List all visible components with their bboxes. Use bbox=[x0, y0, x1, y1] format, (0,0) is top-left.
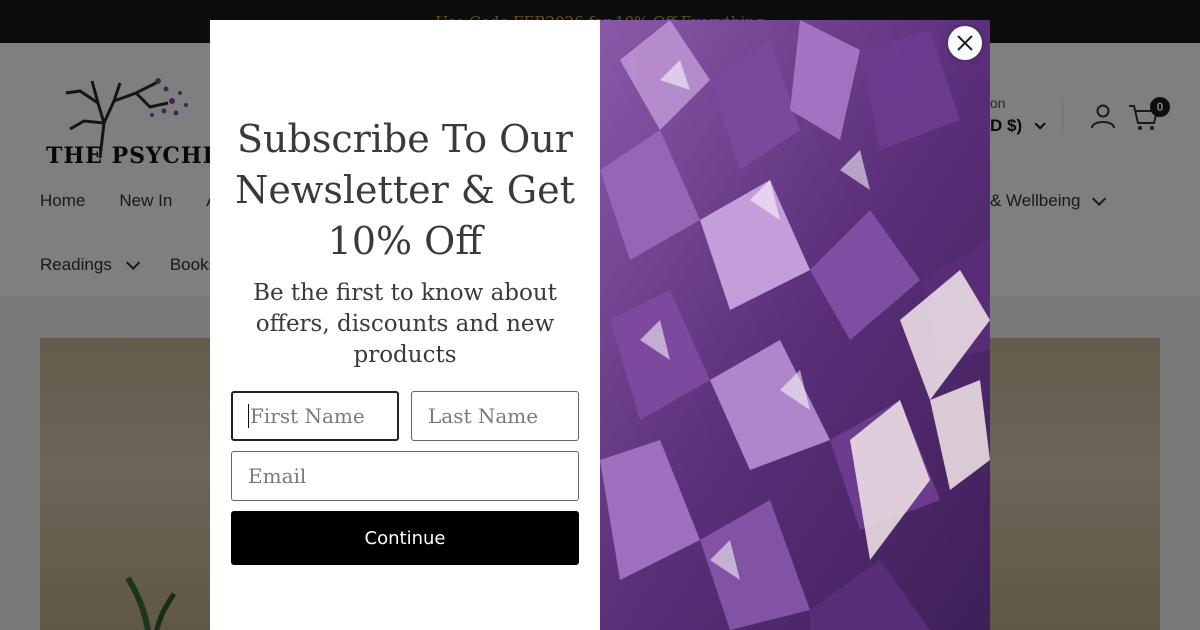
newsletter-popup: Subscribe To Our Newsletter & Get 10% Of… bbox=[210, 20, 990, 630]
first-name-input[interactable]: First Name bbox=[231, 391, 399, 441]
last-name-input[interactable]: Last Name bbox=[411, 391, 579, 441]
popup-title: Subscribe To Our Newsletter & Get 10% Of… bbox=[235, 117, 575, 263]
popup-subtitle: Be the first to know about offers, disco… bbox=[253, 280, 557, 368]
close-popup-button[interactable] bbox=[948, 26, 982, 60]
amethyst-image bbox=[600, 20, 990, 630]
email-placeholder: Email bbox=[248, 464, 307, 488]
continue-button[interactable]: Continue bbox=[231, 511, 579, 565]
amethyst-crystals-image bbox=[600, 20, 990, 630]
email-input[interactable]: Email bbox=[231, 451, 579, 501]
text-caret bbox=[248, 404, 249, 428]
close-icon bbox=[957, 35, 973, 51]
last-name-placeholder: Last Name bbox=[428, 404, 539, 428]
popup-form-panel: Subscribe To Our Newsletter & Get 10% Of… bbox=[210, 20, 600, 630]
first-name-placeholder: First Name bbox=[250, 404, 365, 428]
